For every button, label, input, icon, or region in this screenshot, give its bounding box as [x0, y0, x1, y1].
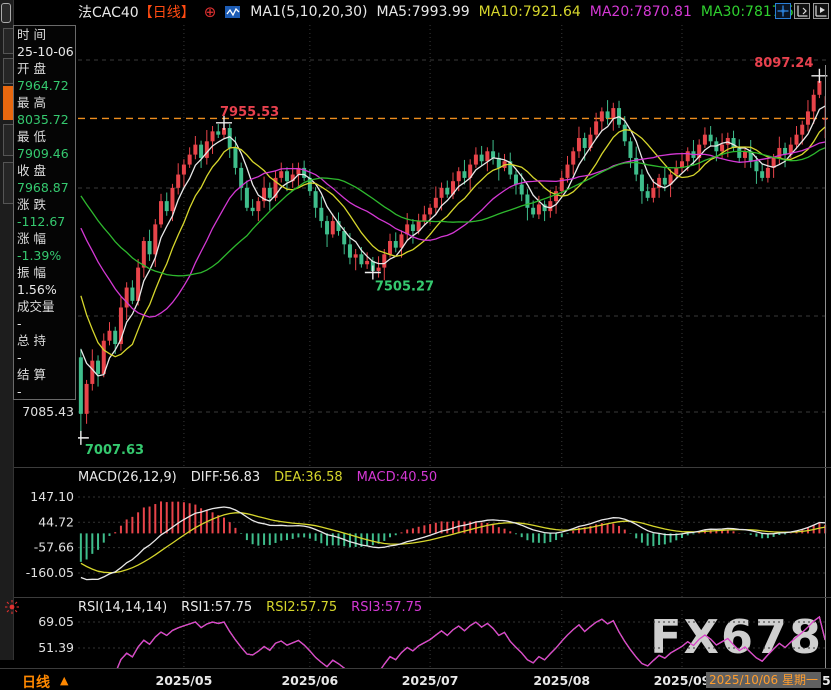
corner-icon[interactable]: [1, 3, 11, 23]
svg-text:-160.05: -160.05: [26, 565, 74, 580]
svg-text:51.39: 51.39: [38, 640, 74, 655]
field-label: 总 持: [14, 332, 75, 349]
panel-separator: [0, 467, 831, 468]
ma-settings-label: MA1(5,10,20,30): [250, 4, 367, 20]
macd-dea-value: DEA:36.58: [274, 470, 343, 485]
rsi1-value: RSI1:57.75: [181, 600, 252, 615]
rsi3-value: RSI3:57.75: [351, 600, 422, 615]
svg-text:7007.63: 7007.63: [85, 443, 144, 458]
svg-text:8097.24: 8097.24: [754, 56, 813, 71]
field-label: 涨 幅: [14, 230, 75, 247]
field-label: 结 算: [14, 366, 75, 383]
indicator-alert-icon[interactable]: [4, 599, 20, 615]
chart-type-icon[interactable]: [225, 5, 241, 19]
month-axis-label: 2025/07: [400, 673, 460, 688]
date-crosshair-tooltip: 2025/10/06 星期一: [706, 672, 821, 688]
field-label: 收 盘: [14, 162, 75, 179]
field-label: 最 高: [14, 94, 75, 111]
macd-macd-value: MACD:40.50: [357, 470, 438, 485]
axis-scale-icon[interactable]: [794, 3, 810, 19]
field-label: 开 盘: [14, 60, 75, 77]
field-label: 振 幅: [14, 264, 75, 281]
month-axis-label: 2025/09: [652, 673, 712, 688]
field-value: -: [14, 315, 75, 332]
macd-header: MACD(26,12,9) DIFF:56.83 DEA:36.58 MACD:…: [78, 470, 437, 485]
macd-title[interactable]: MACD(26,12,9): [78, 470, 177, 485]
svg-text:7085.43: 7085.43: [22, 404, 74, 419]
field-value: 7964.72: [14, 77, 75, 94]
field-value: -: [14, 349, 75, 366]
field-value: -112.67: [14, 213, 75, 230]
ma10-value: MA10:7921.64: [479, 4, 581, 20]
svg-text:-57.66: -57.66: [34, 540, 74, 555]
ma20-value: MA20:7870.81: [590, 4, 692, 20]
macd-diff-value: DIFF:56.83: [191, 470, 260, 485]
period-selector[interactable]: 日线: [22, 672, 50, 690]
field-value: 7909.46: [14, 145, 75, 162]
month-axis-label: 2025/08: [532, 673, 592, 688]
svg-text:147.10: 147.10: [30, 489, 74, 504]
top-bar: 法CAC40【日线】 ⊕ MA1(5,10,20,30) MA5:7993.99…: [78, 0, 803, 24]
crosshair-tool-icon[interactable]: [775, 3, 791, 19]
field-label: 成交量: [14, 298, 75, 315]
field-label: 最 低: [14, 128, 75, 145]
svg-text:44.72: 44.72: [38, 514, 74, 529]
field-value: -: [14, 383, 75, 400]
add-indicator-icon[interactable]: ⊕: [204, 5, 217, 20]
svg-text:69.05: 69.05: [38, 614, 74, 629]
crosshair-vline: [825, 65, 826, 668]
field-label: 时 间: [14, 26, 75, 43]
field-value: 8035.72: [14, 111, 75, 128]
toolbar-right: [775, 3, 829, 19]
field-value: 25-10-06: [14, 43, 75, 60]
period-badge[interactable]: 【日线】: [139, 5, 195, 21]
left-toolbar: [0, 0, 14, 660]
main-price-chart[interactable]: 7955.53 8097.24 7505.27 7007.63 7085.43: [0, 25, 831, 468]
macd-chart[interactable]: 147.10 44.72 -57.66 -160.05: [0, 468, 831, 598]
panel-separator: [0, 597, 831, 598]
quote-panel: 时 间25-10-06开 盘7964.72最 高8035.72最 低7909.4…: [13, 25, 76, 400]
rsi-title[interactable]: RSI(14,14,14): [78, 600, 167, 615]
time-axis: 日线 ▲ 2025/05 2025/06 2025/07 2025/08 2025/09…: [0, 669, 831, 690]
field-value: -1.39%: [14, 247, 75, 264]
field-label: 涨 跌: [14, 196, 75, 213]
month-axis-label: 2025/05: [154, 673, 214, 688]
field-value: 7968.87: [14, 179, 75, 196]
ma5-value: MA5:7993.99: [376, 4, 469, 20]
symbol-name[interactable]: 法CAC40: [78, 5, 139, 21]
rsi-header: RSI(14,14,14) RSI1:57.75 RSI2:57.75 RSI3…: [78, 600, 422, 615]
axis-fit-icon[interactable]: [813, 3, 829, 19]
period-up-arrow-icon[interactable]: ▲: [60, 674, 68, 687]
svg-text:7505.27: 7505.27: [375, 279, 434, 294]
chart-terminal-window: 法CAC40【日线】 ⊕ MA1(5,10,20,30) MA5:7993.99…: [0, 0, 831, 690]
month-axis-label: 2025/06: [280, 673, 340, 688]
svg-text:7955.53: 7955.53: [220, 105, 279, 120]
rsi2-value: RSI2:57.75: [266, 600, 337, 615]
clipped-axis-label: 5: [822, 673, 831, 688]
field-value: 1.56%: [14, 281, 75, 298]
